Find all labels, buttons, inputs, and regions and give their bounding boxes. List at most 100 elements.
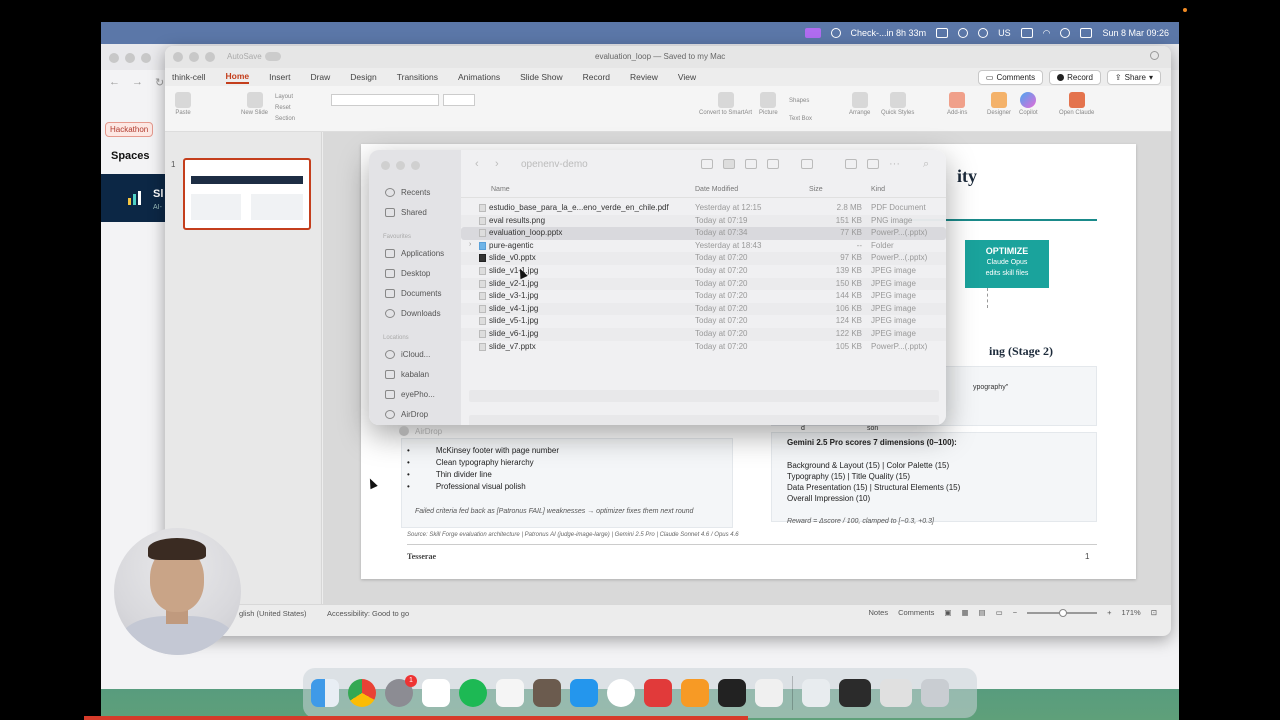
sidebar-item-recents[interactable]: Recents [385,188,430,197]
new-slide-button[interactable]: New Slide [241,92,268,116]
acrobat-icon[interactable] [644,679,672,707]
column-size[interactable]: Size [809,186,823,193]
group-by-icon[interactable] [801,159,813,169]
writer-icon[interactable] [496,679,524,707]
icon-view-icon[interactable] [701,159,713,169]
search-icon[interactable]: ⌕ [923,158,929,171]
spotlight-search-icon[interactable] [1060,28,1071,38]
table-row[interactable]: slide_v5-1.jpg Today at 07:20 124 KB JPEG i… [461,315,946,328]
terminal-icon[interactable] [718,679,746,707]
accessibility-status[interactable]: Accessibility: Good to go [327,609,409,618]
zoom-slider-knob[interactable] [1059,608,1068,617]
notes-button[interactable]: Notes [869,608,889,617]
record-button[interactable]: Record [1049,70,1101,85]
close-icon[interactable] [173,52,183,62]
sidebar-item-documents[interactable]: Documents [385,289,441,298]
sidebar-item-airdrop-overflow[interactable]: AirDrop [399,426,442,436]
paste-button[interactable]: Paste [175,92,191,116]
system-settings-icon[interactable]: 1 [385,675,417,707]
zoom-out-icon[interactable]: − [1013,608,1017,617]
fit-slide-icon[interactable]: ⊡ [1151,608,1157,617]
battery-icon[interactable] [1020,28,1033,38]
column-view-icon[interactable] [745,159,757,169]
tab-review[interactable]: Review [630,72,658,82]
menu-bar-clock[interactable]: Sun 8 Mar 09:26 [1102,28,1169,38]
column-name[interactable]: Name [491,186,510,193]
zoom-icon[interactable] [411,161,420,170]
sublime-icon[interactable] [681,679,709,707]
back-icon[interactable]: ← [109,76,120,89]
sidebar-item-icloud[interactable]: iCloud... [385,350,430,359]
tab-design[interactable]: Design [350,72,376,82]
folder-title[interactable]: openenv-demo [521,159,588,170]
slideshow-icon[interactable]: ▭ [996,608,1003,617]
zoom-in-icon[interactable]: + [1107,608,1111,617]
record-status-icon[interactable] [830,28,841,38]
layout-button[interactable]: Layout [275,92,295,103]
search-icon[interactable] [1150,51,1159,60]
wifi-icon[interactable]: ◠ [1043,28,1051,39]
tab-view[interactable]: View [678,72,696,82]
screen-share-icon[interactable] [804,28,821,38]
font-size-input[interactable] [443,94,475,106]
chrome-icon[interactable] [348,679,376,707]
comments-status-button[interactable]: Comments [898,608,934,617]
section-button[interactable]: Section [275,114,295,125]
list-view-icon[interactable] [723,159,735,169]
arrange-button[interactable]: Arrange [849,92,870,116]
table-row[interactable]: slide_v0.pptx Today at 07:20 97 KB PowerP..… [461,252,946,265]
column-kind[interactable]: Kind [871,186,885,193]
control-center-icon[interactable] [1080,28,1093,38]
close-icon[interactable] [109,53,119,63]
copilot-button[interactable]: Copilot [1019,92,1038,116]
window-icon[interactable] [880,679,912,707]
sidebar-item-shared[interactable]: Shared [385,208,427,217]
convert-smartart-button[interactable]: Convert to SmartArt [699,92,752,116]
reset-button[interactable]: Reset [275,103,295,114]
table-row[interactable]: evaluation_loop.pptx Today at 07:34 77 KB P… [461,227,946,240]
open-claude-button[interactable]: Open Claude [1059,92,1094,116]
language-status[interactable]: glish (United States) [239,609,307,618]
slide-thumbnail[interactable] [183,158,311,230]
spotify-icon[interactable] [459,679,487,707]
normal-view-icon[interactable]: ▣ [944,608,951,617]
gimp-icon[interactable] [533,679,561,707]
table-row[interactable]: slide_v2-1.jpg Today at 07:20 150 KB JPEG i… [461,278,946,291]
window-icon[interactable] [839,679,871,707]
addins-button[interactable]: Add-ins [947,92,967,116]
zoom-icon[interactable] [141,53,151,63]
table-row[interactable]: estudio_base_para_la_e...eno_verde_en_ch… [461,202,946,215]
reload-icon[interactable]: ↻ [155,76,164,89]
zoom-level[interactable]: 171% [1122,608,1141,617]
minimize-icon[interactable] [189,52,199,62]
sidebar-item-desktop[interactable]: Desktop [385,269,430,278]
forward-icon[interactable]: → [132,76,143,89]
reminder-status[interactable]: Check-...in 8h 33m [851,28,927,38]
input-source[interactable]: US [998,28,1011,38]
tab-insert[interactable]: Insert [269,72,290,82]
zoom-icon[interactable] [205,52,215,62]
table-row[interactable]: slide_v3-1.jpg Today at 07:20 144 KB JPEG i… [461,290,946,303]
designer-button[interactable]: Designer [987,92,1011,116]
documents-icon[interactable] [802,679,830,707]
table-row[interactable]: slide_v1-1.jpg Today at 07:20 139 KB JPEG i… [461,265,946,278]
column-date[interactable]: Date Modified [695,186,738,193]
tab-draw[interactable]: Draw [310,72,330,82]
preview-icon[interactable] [755,679,783,707]
back-icon[interactable]: ‹ [475,158,479,170]
gallery-view-icon[interactable] [767,159,779,169]
table-row[interactable]: slide_v7.pptx Today at 07:20 105 KB PowerP.… [461,341,946,354]
sidebar-item-airdrop[interactable]: AirDrop [385,410,428,419]
tag-icon[interactable] [867,159,879,169]
tab-record[interactable]: Record [583,72,610,82]
table-row[interactable]: eval results.png Today at 07:19 151 KB PNG … [461,215,946,228]
share-button[interactable]: ⇪ Share ▾ [1106,70,1161,85]
disclosure-arrow-icon[interactable]: › [469,241,471,248]
share-icon[interactable] [845,159,857,169]
sidebar-item-kabalan[interactable]: kabalan [385,370,429,379]
tab-slide-show[interactable]: Slide Show [520,72,563,82]
comments-button[interactable]: ▭ Comments [977,70,1044,85]
chatgpt-icon[interactable] [607,679,635,707]
picture-button[interactable]: Picture [759,92,778,116]
play-icon[interactable] [978,28,989,38]
